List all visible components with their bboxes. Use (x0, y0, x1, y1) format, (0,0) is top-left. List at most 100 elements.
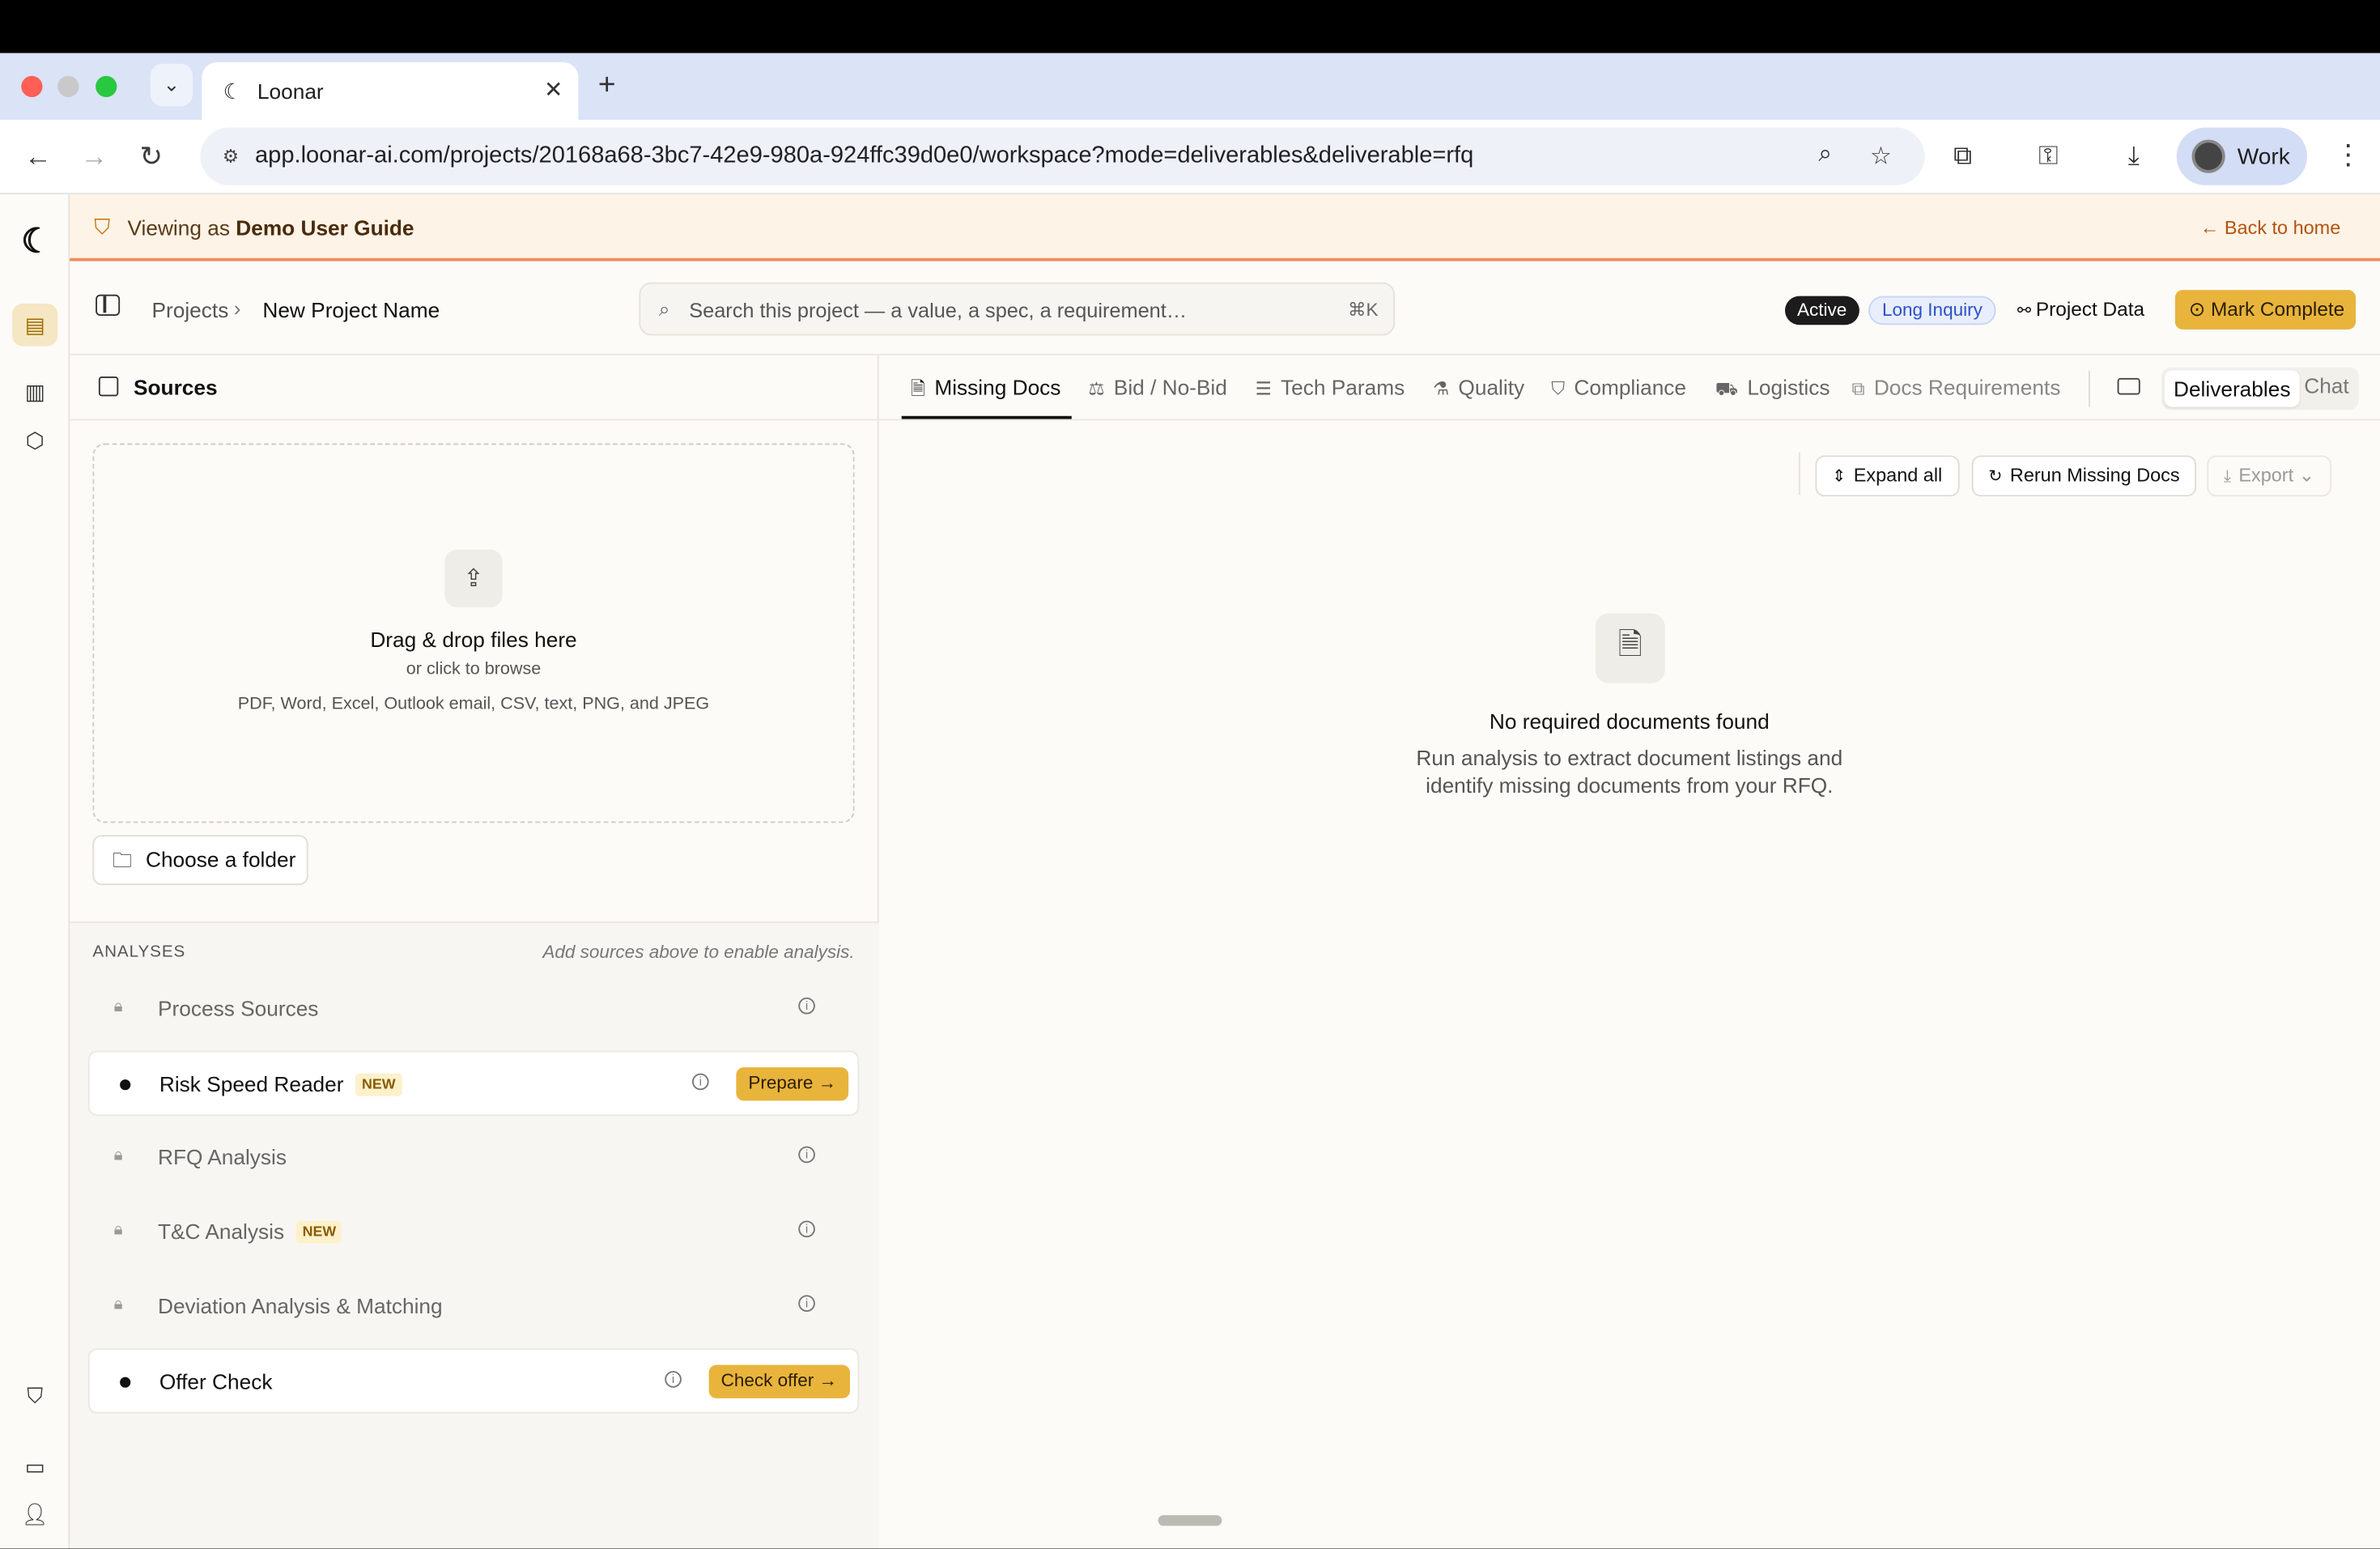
info-icon[interactable]: i (798, 1220, 815, 1238)
info-icon[interactable]: i (798, 1146, 815, 1164)
file-search-icon: 🗎︎ (911, 377, 926, 400)
tab-label: Tech Params (1281, 375, 1405, 400)
badge-check-icon: ⛉ (1551, 377, 1566, 400)
forward-arrow-icon[interactable]: → (80, 141, 108, 172)
analyses-heading: ANALYSES (92, 943, 186, 961)
moon-logo-icon[interactable]: ☾ (21, 222, 51, 262)
analysis-name: Risk Speed Reader NEW (159, 1072, 402, 1096)
chevron-down-icon: ⌄ (2293, 464, 2315, 486)
analysis-row-risk-speed-reader[interactable]: Risk Speed Reader NEW i Prepare → (87, 1050, 860, 1117)
empty-state-description: Run analysis to extract document listing… (1416, 745, 1843, 770)
truck-icon: ⛟ (1715, 377, 1739, 400)
tab-search-button[interactable]: ⌄ (150, 63, 193, 107)
choose-folder-button[interactable]: 🗀︎ Choose a folder (92, 835, 308, 886)
analysis-name-text: T&C Analysis (158, 1219, 285, 1244)
star-icon[interactable]: ☆ (1870, 141, 1892, 172)
analyses-section: ANALYSES Add sources above to enable ana… (70, 923, 879, 1549)
inquiry-type-badge[interactable]: Long Inquiry (1868, 296, 1996, 326)
drop-subtitle: or click to browse (406, 660, 542, 679)
mode-switch: Deliverables Chat (2161, 367, 2359, 411)
tab-logistics[interactable]: ⛟ Logistics (1715, 375, 1830, 402)
tab-missing-docs[interactable]: 🗎︎ Missing Docs (911, 375, 1060, 406)
sliders-icon: ☰ (1255, 377, 1272, 400)
tab-tech-params[interactable]: ☰ Tech Params (1256, 375, 1405, 399)
drop-formats: PDF, Word, Excel, Outlook email, CSV, te… (237, 695, 710, 714)
project-data-button[interactable]: ⚯ Project Data (2017, 298, 2144, 321)
minimize-window-button[interactable] (57, 75, 79, 97)
tab-bid-no-bid[interactable]: ⚖︎ Bid / No-Bid (1088, 375, 1227, 399)
breadcrumb-chevron-icon: › (233, 296, 241, 321)
expand-all-button[interactable]: ⇕ Expand all (1815, 455, 1959, 497)
url-text[interactable]: app.loonar-ai.com/projects/20168a68-3bc7… (255, 143, 1473, 170)
expand-all-label: Expand all (1853, 464, 1943, 486)
resize-handle[interactable] (1158, 1515, 1222, 1526)
mode-deliverables[interactable]: Deliverables (2164, 370, 2300, 407)
mode-chat[interactable]: Chat (2304, 373, 2348, 398)
profile-button[interactable]: Work (2176, 127, 2307, 185)
back-to-home-link[interactable]: ← Back to home (2200, 217, 2340, 238)
deliverables-panel: 🗎︎ Missing Docs ⚖︎ Bid / No-Bid ☰ Tech Para… (878, 355, 2380, 1549)
browser-toolbar: ← → ↻ ⚙ app.loonar-ai.com/projects/20168… (0, 120, 2380, 194)
check-offer-button[interactable]: Check offer → (708, 1364, 850, 1398)
file-search-icon: 🗎︎ (1595, 613, 1665, 683)
book-icon[interactable]: ▥ (19, 377, 50, 407)
status-badge: Active (1785, 296, 1859, 326)
plus-icon[interactable]: + (598, 68, 616, 103)
collapse-panel-icon[interactable] (98, 377, 119, 397)
analysis-name-text: Risk Speed Reader (159, 1071, 344, 1096)
analysis-row-deviation: 🔒︎ Deviation Analysis & Matching i (88, 1274, 860, 1339)
tab-label: Quality (1458, 375, 1525, 400)
site-settings-icon[interactable]: ⚙ (210, 135, 253, 178)
info-icon[interactable]: i (798, 1295, 815, 1312)
tab-quality[interactable]: ⚗︎ Quality (1433, 375, 1524, 399)
file-drop-zone[interactable]: ⇪ Drag & drop files here or click to bro… (92, 443, 855, 823)
analysis-row-offer-check[interactable]: Offer Check i Check offer → (87, 1348, 860, 1414)
browser-tab-strip: ⌄ ☾ Loonar ✕ + (0, 53, 2380, 121)
maximize-window-button[interactable] (96, 75, 117, 97)
close-window-button[interactable] (21, 75, 43, 97)
close-icon[interactable]: ✕ (544, 76, 563, 104)
new-badge: NEW (355, 1073, 402, 1096)
mark-complete-button[interactable]: ⊙ Mark Complete (2174, 290, 2356, 330)
analysis-name: Deviation Analysis & Matching (158, 1293, 443, 1318)
sliders-icon: ⚯ (2017, 302, 2036, 321)
deliverable-tabs: 🗎︎ Missing Docs ⚖︎ Bid / No-Bid ☰ Tech Para… (878, 355, 2380, 421)
extensions-icon[interactable]: ⧉ (1953, 141, 1972, 172)
chat-icon[interactable]: ▭ (19, 1452, 50, 1483)
address-bar[interactable]: ⚙ app.loonar-ai.com/projects/20168a68-3b… (200, 127, 1925, 185)
info-icon[interactable]: i (798, 997, 815, 1015)
tab-docs-requirements[interactable]: ⧉ Docs Requirements (1852, 375, 2061, 401)
viewing-as-banner: ⛉ Viewing as Demo User Guide ← Back to h… (70, 194, 2380, 262)
info-icon[interactable]: i (665, 1371, 682, 1388)
analysis-row-tc-analysis: 🔒︎ T&C Analysis NEW i (88, 1199, 860, 1265)
back-to-home-label: Back to home (2224, 217, 2341, 239)
analyses-note: Add sources above to enable analysis. (542, 941, 855, 963)
export-label: Export (2238, 464, 2294, 486)
export-button[interactable]: ⤓ Export ⌄ (2207, 455, 2331, 497)
download-icon[interactable]: ⤓ (2128, 141, 2140, 172)
keyboard-icon[interactable] (2117, 377, 2140, 395)
shield-icon[interactable]: ⛉ (19, 1380, 50, 1411)
zoom-icon[interactable]: ⌕ (1818, 141, 1832, 168)
info-icon[interactable]: i (692, 1073, 709, 1091)
back-arrow-icon[interactable]: ← (24, 141, 52, 172)
breadcrumb-projects[interactable]: Projects (152, 298, 229, 322)
kebab-icon[interactable]: ⋮ (2335, 140, 2362, 172)
sources-header: Sources (70, 355, 879, 421)
key-icon[interactable]: ⚿ (2038, 141, 2058, 172)
reload-icon[interactable]: ↻ (140, 141, 163, 172)
drop-title: Drag & drop files here (370, 627, 577, 652)
left-rail: ☾ ▤ ▥ ⬡ ⛉ ▭ 👤︎ (0, 194, 70, 1549)
copy-icon: ⧉ (1851, 377, 1865, 400)
browser-tab-loonar[interactable]: ☾ Loonar ✕ (202, 62, 579, 121)
prepare-button[interactable]: Prepare → (736, 1067, 849, 1101)
project-search-input[interactable]: ⌕ Search this project — a value, a spec,… (639, 282, 1396, 336)
tab-compliance[interactable]: ⛉ Compliance (1551, 375, 1686, 401)
analysis-row-rfq-analysis: 🔒︎ RFQ Analysis i (88, 1125, 860, 1190)
folder-icon[interactable]: ▤ (12, 304, 58, 347)
cube-icon[interactable]: ⬡ (19, 425, 50, 456)
user-icon[interactable]: 👤︎ (19, 1499, 50, 1530)
rerun-missing-docs-button[interactable]: ↻ Rerun Missing Docs (1971, 455, 2197, 497)
sidebar-toggle-icon[interactable] (96, 294, 121, 316)
project-header: Projects › New Project Name ⌕ Search thi… (70, 262, 2380, 355)
